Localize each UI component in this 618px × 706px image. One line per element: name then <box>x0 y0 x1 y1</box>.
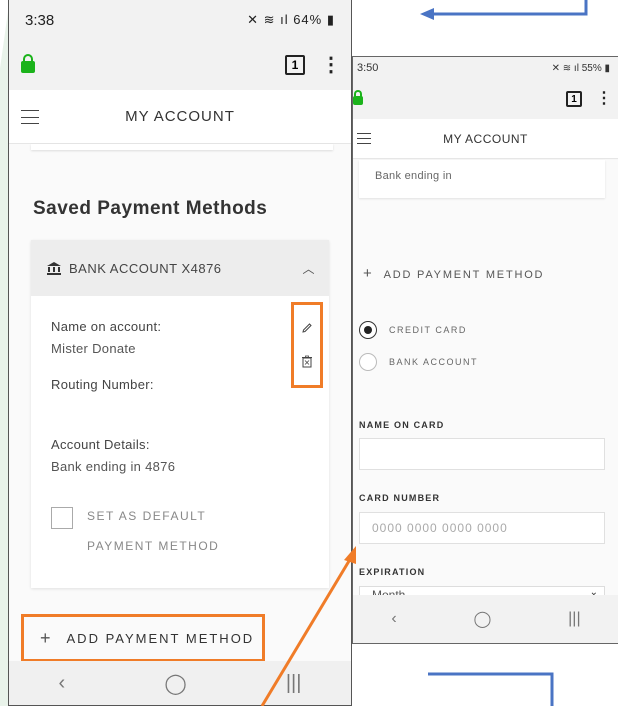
blue-arrow-top <box>428 0 588 16</box>
composite-screenshot: 3:38 ✕ ≋ ıl 64% ▮ 1 ⋮ MY ACCOUNT Saved P… <box>0 0 618 706</box>
orange-arrowhead <box>344 546 356 564</box>
blue-line-bottom <box>428 672 554 706</box>
orange-arrow <box>260 555 354 706</box>
annotation-arrows <box>260 0 588 706</box>
blue-arrowhead-top <box>420 8 434 20</box>
